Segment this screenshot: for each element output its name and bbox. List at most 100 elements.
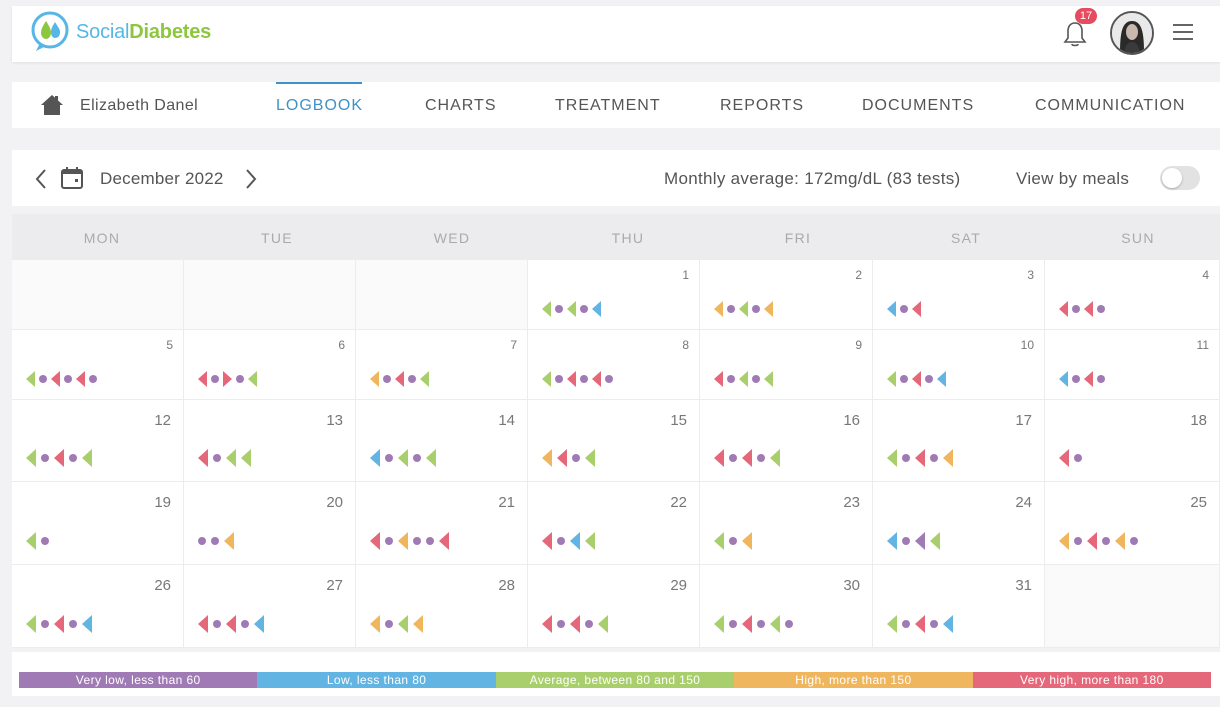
glucose-reading-marker[interactable] [198,615,208,633]
calendar-day-cell[interactable]: 25 [1045,482,1220,565]
calendar-day-cell[interactable]: 20 [184,482,356,565]
glucose-reading-marker[interactable] [915,615,925,633]
calendar-day-cell[interactable]: 17 [873,400,1045,482]
meal-dot-marker[interactable] [1097,305,1105,313]
glucose-reading-marker[interactable] [198,371,207,387]
glucose-reading-marker[interactable] [395,371,404,387]
glucose-reading-marker[interactable] [739,371,748,387]
calendar-day-cell[interactable]: 9 [700,330,873,400]
glucose-reading-marker[interactable] [915,449,925,467]
calendar-day-cell[interactable]: 23 [700,482,873,565]
calendar-day-cell[interactable]: 19 [12,482,184,565]
meal-dot-marker[interactable] [930,620,938,628]
glucose-reading-marker[interactable] [26,371,35,387]
glucose-reading-marker[interactable] [370,371,379,387]
meal-dot-marker[interactable] [41,537,49,545]
glucose-reading-marker[interactable] [742,532,752,550]
hamburger-menu-icon[interactable] [1172,22,1194,42]
meal-dot-marker[interactable] [1097,375,1105,383]
glucose-reading-marker[interactable] [254,615,264,633]
glucose-reading-marker[interactable] [714,449,724,467]
glucose-reading-marker[interactable] [1084,371,1093,387]
glucose-reading-marker[interactable] [542,615,552,633]
calendar-day-cell[interactable]: 3 [873,260,1045,330]
calendar-day-cell[interactable]: 5 [12,330,184,400]
meal-dot-marker[interactable] [1074,454,1082,462]
calendar-day-cell[interactable]: 4 [1045,260,1220,330]
calendar-day-cell[interactable]: 8 [528,330,700,400]
glucose-reading-marker[interactable] [226,615,236,633]
glucose-reading-marker[interactable] [223,371,232,387]
meal-dot-marker[interactable] [1072,375,1080,383]
glucose-reading-marker[interactable] [26,615,36,633]
meal-dot-marker[interactable] [727,305,735,313]
meal-dot-marker[interactable] [925,375,933,383]
meal-dot-marker[interactable] [41,620,49,628]
meal-dot-marker[interactable] [385,454,393,462]
calendar-day-cell[interactable]: 12 [12,400,184,482]
glucose-reading-marker[interactable] [764,371,773,387]
calendar-day-cell[interactable]: 15 [528,400,700,482]
glucose-reading-marker[interactable] [439,532,449,550]
patient-name[interactable]: Elizabeth Danel [80,97,198,115]
calendar-day-cell[interactable]: 26 [12,565,184,648]
glucose-reading-marker[interactable] [887,301,896,317]
glucose-reading-marker[interactable] [592,371,601,387]
glucose-reading-marker[interactable] [557,449,567,467]
tab-charts[interactable]: CHARTS [425,97,497,115]
meal-dot-marker[interactable] [89,375,97,383]
bell-icon[interactable] [1062,20,1088,48]
glucose-reading-marker[interactable] [542,371,551,387]
meal-dot-marker[interactable] [198,537,206,545]
meal-dot-marker[interactable] [413,537,421,545]
glucose-reading-marker[interactable] [714,371,723,387]
glucose-reading-marker[interactable] [742,615,752,633]
glucose-reading-marker[interactable] [82,449,92,467]
meal-dot-marker[interactable] [1130,537,1138,545]
glucose-reading-marker[interactable] [1115,532,1125,550]
glucose-reading-marker[interactable] [1059,449,1069,467]
glucose-reading-marker[interactable] [26,532,36,550]
glucose-reading-marker[interactable] [887,371,896,387]
calendar-day-cell[interactable]: 18 [1045,400,1220,482]
glucose-reading-marker[interactable] [54,615,64,633]
glucose-reading-marker[interactable] [598,615,608,633]
glucose-reading-marker[interactable] [82,615,92,633]
meal-dot-marker[interactable] [729,537,737,545]
glucose-reading-marker[interactable] [426,449,436,467]
glucose-reading-marker[interactable] [26,449,36,467]
glucose-reading-marker[interactable] [739,301,748,317]
glucose-reading-marker[interactable] [570,615,580,633]
meal-dot-marker[interactable] [902,454,910,462]
glucose-reading-marker[interactable] [413,615,423,633]
glucose-reading-marker[interactable] [51,371,60,387]
glucose-reading-marker[interactable] [915,532,925,550]
meal-dot-marker[interactable] [1072,305,1080,313]
meal-dot-marker[interactable] [729,454,737,462]
meal-dot-marker[interactable] [757,454,765,462]
meal-dot-marker[interactable] [557,537,565,545]
meal-dot-marker[interactable] [385,537,393,545]
calendar-day-cell[interactable]: 27 [184,565,356,648]
glucose-reading-marker[interactable] [930,532,940,550]
glucose-reading-marker[interactable] [1059,532,1069,550]
meal-dot-marker[interactable] [752,375,760,383]
calendar-day-cell[interactable]: 13 [184,400,356,482]
glucose-reading-marker[interactable] [887,532,897,550]
glucose-reading-marker[interactable] [714,301,723,317]
glucose-reading-marker[interactable] [370,449,380,467]
glucose-reading-marker[interactable] [398,449,408,467]
glucose-reading-marker[interactable] [912,371,921,387]
glucose-reading-marker[interactable] [912,301,921,317]
glucose-reading-marker[interactable] [943,449,953,467]
tab-treatment[interactable]: TREATMENT [555,97,661,115]
home-icon[interactable] [40,94,64,116]
meal-dot-marker[interactable] [69,454,77,462]
glucose-reading-marker[interactable] [592,301,601,317]
calendar-day-cell[interactable]: 28 [356,565,528,648]
glucose-reading-marker[interactable] [542,301,551,317]
glucose-reading-marker[interactable] [585,532,595,550]
glucose-reading-marker[interactable] [714,615,724,633]
glucose-reading-marker[interactable] [224,532,234,550]
glucose-reading-marker[interactable] [887,615,897,633]
